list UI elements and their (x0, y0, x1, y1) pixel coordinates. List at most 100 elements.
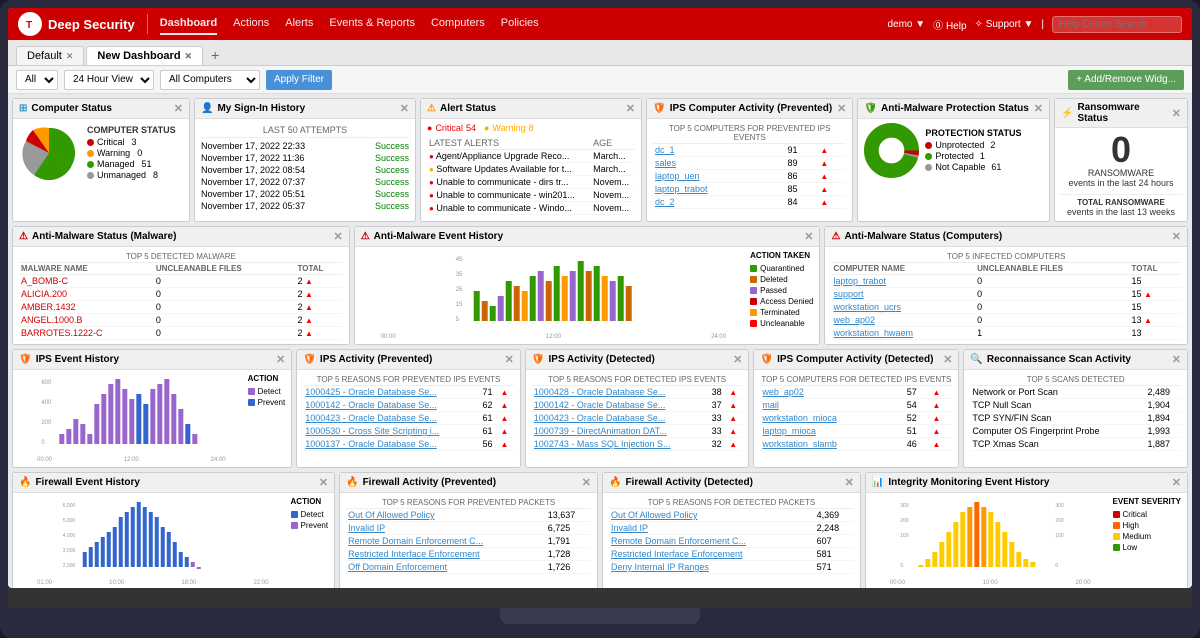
mc-name-2[interactable]: support (833, 289, 863, 299)
fw-chart-mid2: 18:00 (181, 580, 196, 586)
nav-alerts[interactable]: Alerts (285, 13, 313, 35)
nav-dashboard[interactable]: Dashboard (160, 13, 217, 35)
integrity-event-close[interactable]: ✕ (1172, 476, 1181, 489)
nav-events-reports[interactable]: Events & Reports (329, 13, 415, 35)
malware-computers-close[interactable]: ✕ (1172, 230, 1181, 243)
mc-unclean-3: 0 (975, 301, 1129, 314)
ransomware-header-left: ⚡ Ransomware Status (1061, 102, 1172, 124)
support-link[interactable]: ✧ Support ▼ (975, 19, 1034, 30)
signin-row-4: November 17, 2022 07:37 Success (201, 176, 409, 188)
signin-close[interactable]: ✕ (400, 102, 409, 115)
tab-default-close[interactable]: ✕ (66, 51, 74, 62)
time-filter[interactable]: 24 Hour View (64, 70, 154, 90)
ips-prev-name-4[interactable]: laptop_trabot (655, 184, 708, 194)
computers-filter[interactable]: All Computers (160, 70, 260, 90)
fad-name-1[interactable]: Out Of Allowed Policy (611, 510, 698, 520)
ips-apr-id-1[interactable]: 1000425 - Oracle Database Se... (305, 387, 437, 397)
fad-name-5[interactable]: Deny Internal IP Ranges (611, 562, 709, 572)
ips-adr-val-4: 33 (710, 425, 728, 438)
fw-act-det-close[interactable]: ✕ (845, 476, 854, 489)
fad-name-2[interactable]: Invalid IP (611, 523, 648, 533)
mc-row-5: workstation_hwaem 1 13 (831, 327, 1181, 340)
tab-add-button[interactable]: + (205, 45, 225, 65)
ransomware-close[interactable]: ✕ (1172, 107, 1181, 120)
icd-name-3[interactable]: workstation_mioca (762, 413, 837, 423)
nav-actions[interactable]: Actions (233, 13, 269, 35)
ips-prev-name-5[interactable]: dc_2 (655, 197, 675, 207)
malware-event-close[interactable]: ✕ (804, 230, 813, 243)
mc-name-4[interactable]: web_ap02 (833, 315, 875, 325)
malware-close[interactable]: ✕ (333, 230, 342, 243)
malware-legend-terminated: Terminated (750, 308, 813, 317)
ips-adr-id-2[interactable]: 1000142 - Oracle Database Se... (534, 400, 666, 410)
ips-act-prev-close[interactable]: ✕ (505, 353, 514, 366)
malware-col-uncleanable: UNCLEANABLE FILES (154, 263, 296, 275)
ips-event-close[interactable]: ✕ (276, 353, 285, 366)
computer-status-close[interactable]: ✕ (174, 102, 183, 115)
signin-date-4: November 17, 2022 07:37 (201, 177, 305, 187)
ips-prevented-header-left: 🛡 IPS Computer Activity (Prevented) (653, 103, 832, 114)
apply-filter-button[interactable]: Apply Filter (266, 70, 332, 90)
ips-apr-row-5: 1000137 - Oracle Database Se... 56 ▲ (303, 438, 514, 451)
help-link[interactable]: ⓪ Help (933, 17, 966, 32)
ips-comp-det-close[interactable]: ✕ (943, 353, 952, 366)
ips-apr-trend-2: ▲ (500, 401, 508, 410)
fap-name-5[interactable]: Off Domain Enforcement (348, 562, 447, 572)
alert-close[interactable]: ✕ (626, 102, 635, 115)
fad-name-4[interactable]: Restricted Interface Enforcement (611, 549, 743, 559)
ips-apr-id-2[interactable]: 1000142 - Oracle Database Se... (305, 400, 437, 410)
nav-policies[interactable]: Policies (501, 13, 539, 35)
malware-name-2[interactable]: ALICIA.200 (21, 289, 67, 299)
ips-adr-row-2: 1000142 - Oracle Database Se... 37 ▲ (532, 399, 743, 412)
alert-age-4: Novem... (591, 189, 635, 202)
mc-name-3[interactable]: workstation_ucrs (833, 302, 901, 312)
ips-adr-id-1[interactable]: 1000428 - Oracle Database Se... (534, 387, 666, 397)
tab-default[interactable]: Default ✕ (16, 46, 84, 65)
ips-prevented-close[interactable]: ✕ (837, 102, 846, 115)
ips-apr-id-3[interactable]: 1000423 - Oracle Database Se... (305, 413, 437, 423)
ips-adr-id-3[interactable]: 1000423 - Oracle Database Se... (534, 413, 666, 423)
scope-filter[interactable]: All (16, 70, 58, 90)
malware-name-5[interactable]: BARROTES.1222-C (21, 328, 103, 338)
icd-name-5[interactable]: workstation_slamb (762, 439, 837, 449)
fw-act-prev-close[interactable]: ✕ (582, 476, 591, 489)
ips-prev-name-3[interactable]: laptop_uen (655, 171, 700, 181)
mc-name-1[interactable]: laptop_trabot (833, 276, 886, 286)
mc-name-5[interactable]: workstation_hwaem (833, 328, 913, 338)
amp-close[interactable]: ✕ (1034, 102, 1043, 115)
tab-new-dashboard[interactable]: New Dashboard ✕ (86, 46, 203, 65)
malware-name-1[interactable]: A_BOMB-C (21, 276, 68, 286)
ips-prev-name-1[interactable]: dc_1 (655, 145, 675, 155)
nav-computers[interactable]: Computers (431, 13, 485, 35)
recon-close[interactable]: ✕ (1172, 353, 1181, 366)
user-label[interactable]: demo ▼ (887, 19, 925, 30)
fap-name-3[interactable]: Remote Domain Enforcement C... (348, 536, 483, 546)
fw-event-close[interactable]: ✕ (319, 476, 328, 489)
fap-name-4[interactable]: Restricted Interface Enforcement (348, 549, 480, 559)
tab-new-dashboard-close[interactable]: ✕ (185, 51, 193, 62)
ips-apr-id-4[interactable]: 1000530 - Cross Site Scripting i... (305, 426, 439, 436)
icd-name-1[interactable]: web_ap02 (762, 387, 804, 397)
icd-name-4[interactable]: laptop_mioca (762, 426, 816, 436)
fap-name-2[interactable]: Invalid IP (348, 523, 385, 533)
ips-adr-id-4[interactable]: 1000739 - DirectAnimation DAT... (534, 426, 667, 436)
malware-name-3[interactable]: AMBER.1432 (21, 302, 76, 312)
ips-prev-name-2[interactable]: sales (655, 158, 676, 168)
ips-apr-id-5[interactable]: 1000137 - Oracle Database Se... (305, 439, 437, 449)
malware-header: ⚠ Anti-Malware Status (Malware) ✕ (13, 227, 349, 247)
ips-act-det-close[interactable]: ✕ (733, 353, 742, 366)
integrity-chart: 300 200 100 0 (872, 497, 1109, 577)
ips-event-legend: ACTION Detect Prevent (248, 374, 286, 407)
icd-val-5: 46 (905, 438, 931, 451)
ips-prev-trend-3: ▲ (820, 172, 828, 181)
malware-dot-quarantined (750, 265, 757, 272)
search-input[interactable] (1052, 16, 1182, 33)
add-remove-widget-button[interactable]: + Add/Remove Widg... (1068, 70, 1184, 90)
icd-row-4: laptop_mioca 51 ▲ (760, 425, 952, 438)
fad-name-3[interactable]: Remote Domain Enforcement C... (611, 536, 746, 546)
brand-logo: T Deep Security (18, 12, 135, 36)
ips-adr-id-5[interactable]: 1002743 - Mass SQL Injection S... (534, 439, 671, 449)
icd-name-2[interactable]: mail (762, 400, 779, 410)
fap-name-1[interactable]: Out Of Allowed Policy (348, 510, 435, 520)
malware-name-4[interactable]: ANGEL.1000.B (21, 315, 83, 325)
